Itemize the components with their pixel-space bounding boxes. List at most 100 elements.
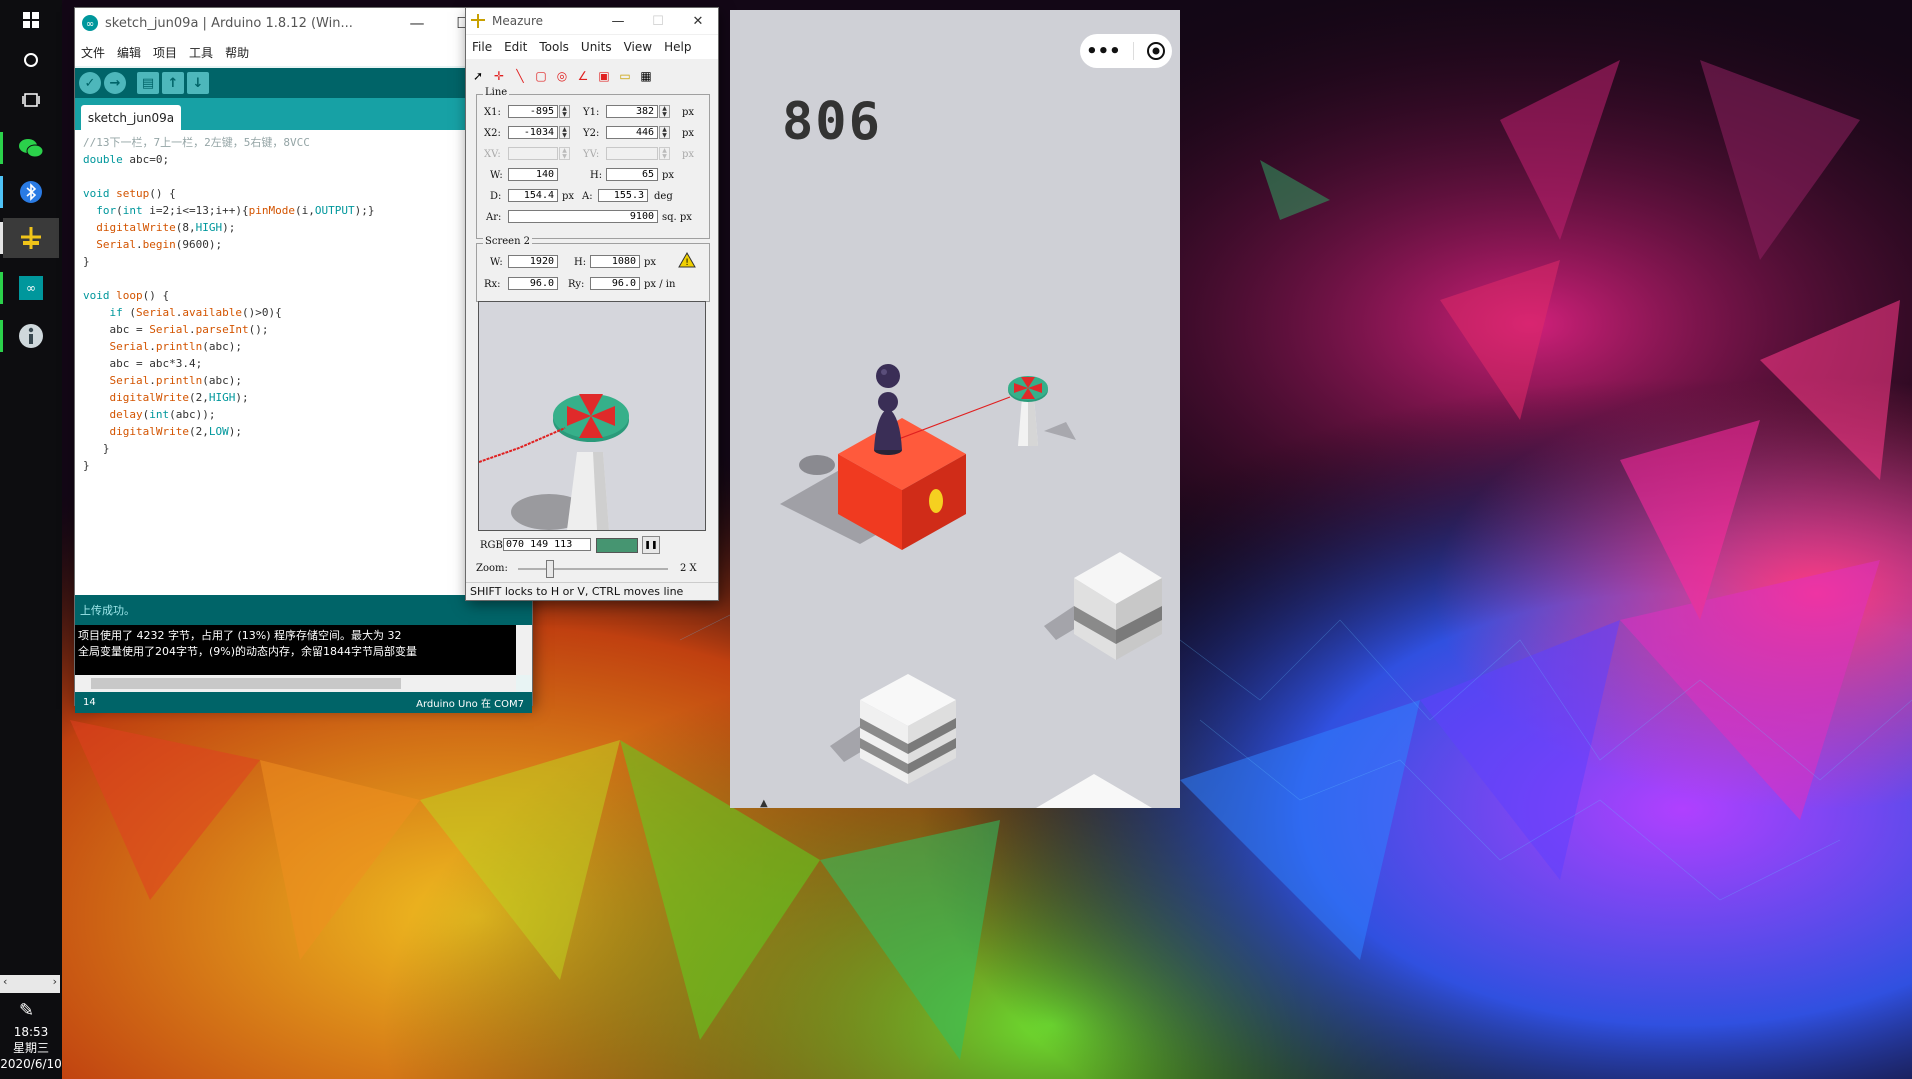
cortana-icon[interactable]	[11, 40, 51, 80]
y2-field[interactable]: 446	[606, 126, 658, 139]
output-console: 项目使用了 4232 字节，占用了 (13%) 程序存储空间。最大为 32 全局…	[75, 625, 516, 675]
res-unit: px / in	[644, 279, 676, 290]
horizontal-scroll-thumb[interactable]	[91, 678, 401, 689]
area-field[interactable]: 9100	[508, 210, 658, 223]
y2-spinner[interactable]: ▲ ▼	[659, 126, 670, 139]
code-line[interactable]: for(int i=2;i<=13;i++){pinMode(i,OUTPUT)…	[83, 202, 502, 219]
code-line[interactable]: void loop() {	[83, 287, 502, 304]
x2-spinner[interactable]: ▲ ▼	[559, 126, 570, 139]
menu-units[interactable]: Units	[581, 40, 612, 54]
zoom-slider-thumb[interactable]	[546, 560, 554, 578]
new-sketch-icon[interactable]: ▤	[137, 72, 159, 94]
height-field[interactable]: 65	[606, 168, 658, 181]
code-line[interactable]: double abc=0;	[83, 151, 502, 168]
maximize-button[interactable]: ☐	[638, 8, 678, 34]
meazure-status-bar: SHIFT locks to H or V, CTRL moves line	[466, 582, 718, 600]
minimize-button[interactable]: —	[598, 8, 638, 34]
bluetooth-icon[interactable]	[11, 172, 51, 212]
menu-tools[interactable]: 工具	[189, 44, 213, 61]
save-sketch-icon[interactable]: ↓	[187, 72, 209, 94]
code-editor[interactable]: //13下一栏，7上一栏，2左键，5右键，8VCC double abc=0; v…	[75, 130, 502, 595]
task-view-icon[interactable]	[11, 80, 51, 120]
code-line[interactable]: digitalWrite(8,HIGH);	[83, 219, 502, 236]
code-line[interactable]: Serial.begin(9600);	[83, 236, 502, 253]
console-horizontal-scrollbar[interactable]	[75, 675, 516, 692]
y1-field[interactable]: 382	[606, 105, 658, 118]
width-field[interactable]: 140	[508, 168, 558, 181]
code-line[interactable]: digitalWrite(2,LOW);	[83, 423, 502, 440]
code-line[interactable]: if (Serial.available()>0){	[83, 304, 502, 321]
arduino-tabbar: sketch_jun09a ▼	[75, 98, 532, 130]
cursor-tool-icon[interactable]: ➚	[470, 68, 486, 84]
pen-workspace-icon[interactable]: ✎	[19, 1000, 34, 1021]
arduino-icon[interactable]: ∞	[11, 268, 51, 308]
taskbar-scroller[interactable]: ‹ ›	[0, 975, 60, 993]
screen-width-field[interactable]: 1920	[508, 255, 558, 268]
warning-icon[interactable]: !	[678, 251, 696, 268]
menu-edit[interactable]: 编辑	[117, 44, 141, 61]
code-line[interactable]: Serial.println(abc);	[83, 338, 502, 355]
window-tool-icon[interactable]: ▣	[596, 68, 612, 84]
arduino-titlebar[interactable]: ∞ sketch_jun09a | Arduino 1.8.12 (Win...…	[75, 8, 532, 38]
minimize-button[interactable]: —	[394, 8, 440, 38]
distance-field[interactable]: 154.4	[508, 189, 558, 202]
screen-height-field[interactable]: 1080	[590, 255, 640, 268]
menu-tools[interactable]: Tools	[539, 40, 569, 54]
code-line[interactable]: }	[83, 440, 502, 457]
scroll-right-icon[interactable]: ›	[53, 975, 57, 988]
info-icon[interactable]	[11, 316, 51, 356]
code-line[interactable]: }	[83, 457, 502, 474]
menu-help[interactable]: Help	[664, 40, 691, 54]
close-button[interactable]: ✕	[678, 8, 718, 34]
jump-game-window[interactable]: 806 ••• ▲	[730, 10, 1180, 808]
code-line[interactable]: }	[83, 253, 502, 270]
code-line[interactable]: delay(int(abc));	[83, 406, 502, 423]
zoom-slider-track[interactable]	[518, 568, 668, 570]
scroll-left-icon[interactable]: ‹	[3, 975, 7, 988]
meazure-titlebar[interactable]: Meazure — ☐ ✕	[466, 8, 718, 34]
circle-tool-icon[interactable]: ◎	[554, 68, 570, 84]
x1-field[interactable]: -895	[508, 105, 558, 118]
xv-label: XV:	[484, 149, 501, 160]
y2-label: Y2:	[583, 128, 600, 139]
code-line[interactable]: //13下一栏，7上一栏，2左键，5右键，8VCC	[83, 134, 502, 151]
ry-field[interactable]: 96.0	[590, 277, 640, 290]
system-clock[interactable]: 18:53 星期三 2020/6/10	[0, 1024, 62, 1072]
tab-sketch[interactable]: sketch_jun09a	[81, 105, 181, 130]
console-vertical-scrollbar[interactable]	[516, 625, 532, 675]
menu-view[interactable]: View	[624, 40, 652, 54]
point-tool-icon[interactable]: ✛	[491, 68, 507, 84]
windows-start-icon[interactable]	[11, 0, 51, 40]
arduino-logo-icon: ∞	[82, 15, 98, 31]
rectangle-tool-icon[interactable]: ▢	[533, 68, 549, 84]
wechat-icon[interactable]	[11, 128, 51, 168]
x2-field[interactable]: -1034	[508, 126, 558, 139]
code-line[interactable]	[83, 270, 502, 287]
x1-spinner[interactable]: ▲ ▼	[559, 105, 570, 118]
x2-label: X2:	[484, 128, 501, 139]
angle-tool-icon[interactable]: ∠	[575, 68, 591, 84]
rgb-field[interactable]: 070 149 113	[503, 538, 591, 551]
code-line[interactable]: abc = abc*3.4;	[83, 355, 502, 372]
menu-file[interactable]: File	[472, 40, 492, 54]
rx-field[interactable]: 96.0	[508, 277, 558, 290]
meazure-icon[interactable]	[3, 218, 59, 258]
open-sketch-icon[interactable]: ↑	[162, 72, 184, 94]
code-line[interactable]: digitalWrite(2,HIGH);	[83, 389, 502, 406]
grid-icon[interactable]: ▦	[638, 68, 654, 84]
upload-icon[interactable]: →	[104, 72, 126, 94]
verify-icon[interactable]: ✓	[79, 72, 101, 94]
angle-field[interactable]: 155.3	[598, 189, 648, 202]
menu-edit[interactable]: Edit	[504, 40, 527, 54]
line-tool-icon[interactable]: ╲	[512, 68, 528, 84]
code-line[interactable]: abc = Serial.parseInt();	[83, 321, 502, 338]
code-line[interactable]: void setup() {	[83, 185, 502, 202]
menu-file[interactable]: 文件	[81, 44, 105, 61]
menu-project[interactable]: 项目	[153, 44, 177, 61]
code-line[interactable]: Serial.println(abc);	[83, 372, 502, 389]
y1-spinner[interactable]: ▲ ▼	[659, 105, 670, 118]
code-line[interactable]	[83, 168, 502, 185]
pause-icon[interactable]: ❚❚	[642, 536, 660, 554]
ruler-icon[interactable]: ▭	[617, 68, 633, 84]
menu-help[interactable]: 帮助	[225, 44, 249, 61]
